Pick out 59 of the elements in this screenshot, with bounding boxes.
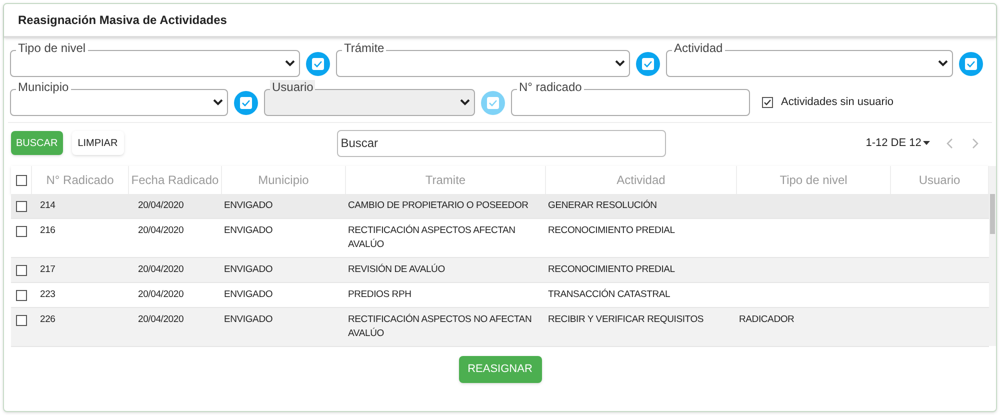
field-label: Actividad	[672, 41, 725, 55]
table-cell: RECONOCIMIENTO PREDIAL	[548, 225, 675, 236]
card-title: Reasignación Masiva de Actividades	[18, 12, 227, 29]
field-label: Trámite	[342, 41, 386, 55]
table-cell: 20/04/2020	[138, 264, 184, 275]
search-button[interactable]: BUSCAR	[11, 131, 63, 155]
table-cell: ENVIGADO	[224, 225, 273, 236]
field-label: Usuario	[270, 80, 316, 94]
table-cell: 20/04/2020	[138, 314, 184, 325]
table-cell: RECONOCIMIENTO PREDIAL	[548, 264, 675, 275]
checkbox[interactable]	[762, 97, 773, 108]
table-cell: RECTIFICACIÓN ASPECTOS NO AFECTAN AVALÚO	[348, 314, 532, 339]
table-cell: PREDIOS RPH	[348, 289, 412, 300]
table-cell: 20/04/2020	[138, 200, 184, 211]
table-cell: 20/04/2020	[138, 225, 184, 236]
reassign-button[interactable]: REASIGNAR	[458, 356, 542, 383]
row-checkbox[interactable]	[16, 226, 27, 237]
table-cell: 20/04/2020	[138, 289, 184, 300]
chevron-down-icon	[615, 60, 625, 67]
chevron-down-icon	[938, 60, 948, 67]
previous-page-icon[interactable]	[946, 138, 954, 148]
clear-button[interactable]: LIMPIAR	[72, 131, 124, 155]
toggle-checkbox[interactable]	[234, 90, 258, 114]
table-cell: RECTIFICACIÓN ASPECTOS AFECTAN AVALÚO	[348, 225, 516, 250]
scrollbar[interactable]	[989, 166, 996, 346]
field-label: Municipio	[16, 80, 71, 94]
toggle-checkbox[interactable]	[636, 52, 660, 76]
row-checkbox[interactable]	[16, 290, 27, 301]
checkbox-label: Actividades sin usuario	[781, 95, 894, 110]
table-cell: 226	[40, 314, 56, 325]
toggle-checkbox[interactable]	[306, 52, 330, 76]
table-cell: TRANSACCIÓN CATASTRAL	[548, 289, 670, 300]
next-page-icon[interactable]	[972, 138, 980, 148]
table-cell: RADICADOR	[739, 314, 794, 325]
table-cell: 217	[40, 264, 56, 275]
row-checkbox[interactable]	[16, 201, 27, 212]
table-cell: REVISIÓN DE AVALÚO	[348, 264, 445, 275]
table-cell: 216	[40, 225, 56, 236]
chevron-down-icon	[213, 99, 223, 106]
field-label: Tipo de nivel	[16, 41, 88, 55]
table-cell: ENVIGADO	[224, 289, 273, 300]
table-cell: ENVIGADO	[224, 314, 273, 325]
table-cell: CAMBIO DE PROPIETARIO O POSEEDOR	[348, 200, 528, 211]
row-checkbox[interactable]	[16, 265, 27, 276]
table-cell: 223	[40, 289, 56, 300]
chevron-down-icon	[460, 99, 470, 106]
toggle-checkbox[interactable]	[959, 52, 983, 76]
table-cell: ENVIGADO	[224, 264, 273, 275]
caret-icon[interactable]	[923, 141, 930, 145]
table-cell: ENVIGADO	[224, 200, 273, 211]
table-cell: 214	[40, 200, 56, 211]
table-cell: RECIBIR Y VERIFICAR REQUISITOS	[548, 314, 704, 325]
field-label: N° radicado	[517, 80, 584, 94]
select-all-checkbox[interactable]	[16, 174, 26, 186]
row-checkbox[interactable]	[16, 315, 27, 326]
search-field[interactable]: Buscar	[336, 130, 666, 156]
table-cell: GENERAR RESOLUCIÓN	[548, 200, 657, 211]
pagination-range[interactable]: 1-12 DE 12	[866, 134, 922, 152]
chevron-down-icon	[285, 60, 295, 67]
